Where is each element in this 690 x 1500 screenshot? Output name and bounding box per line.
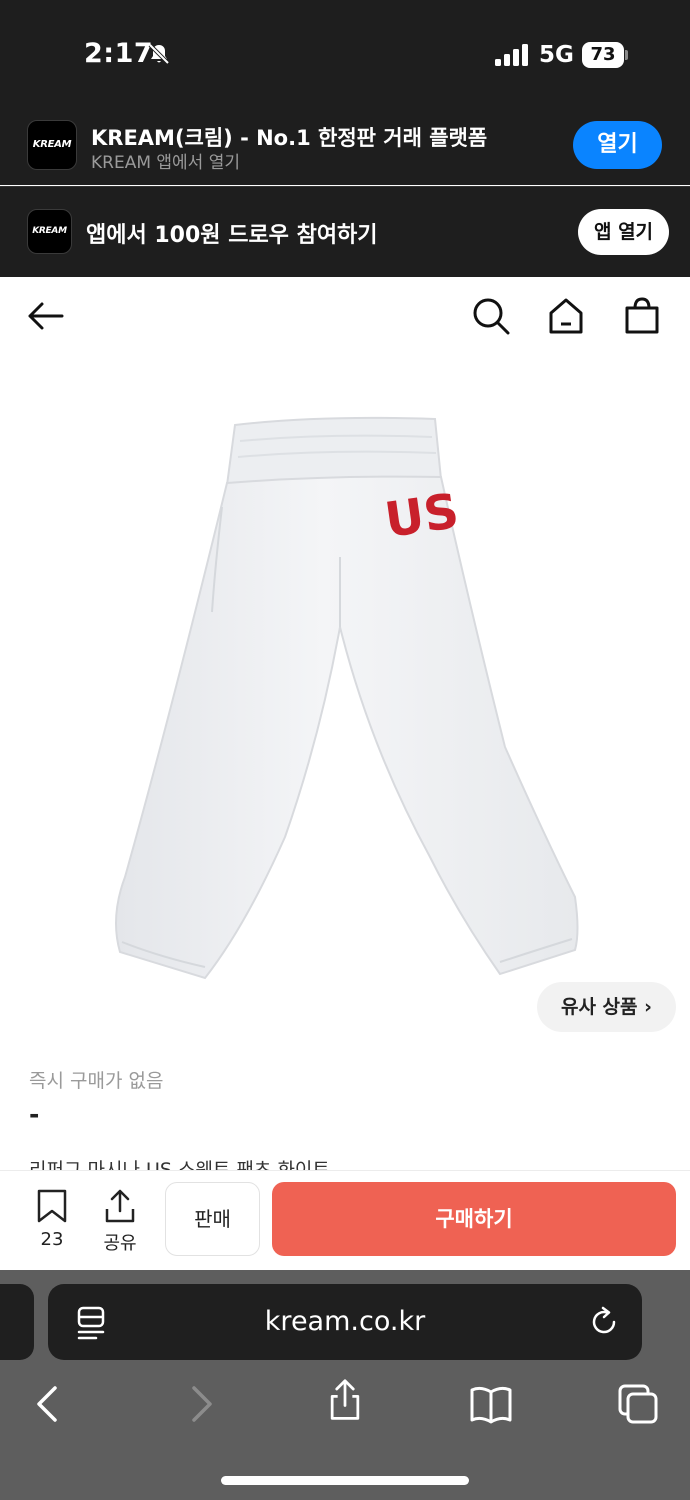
app-open-button[interactable]: 앱 열기 xyxy=(578,209,669,255)
bookmarks-icon[interactable] xyxy=(469,1382,513,1426)
bookmark-icon xyxy=(37,1189,67,1223)
share-icon xyxy=(105,1189,135,1223)
instant-buy-label: 즉시 구매가 없음 xyxy=(29,1070,164,1092)
kream-logo: KREAM xyxy=(27,209,72,254)
buy-button[interactable]: 구매하기 xyxy=(272,1182,676,1256)
battery-icon: 73 xyxy=(582,42,628,68)
reload-icon[interactable] xyxy=(588,1306,620,1338)
price-value: - xyxy=(29,1100,40,1129)
forward-icon[interactable] xyxy=(178,1382,222,1426)
promo-banner[interactable]: KREAM 앱에서 100원 드로우 참여하기 앱 열기 xyxy=(0,186,690,277)
kream-logo: KREAM xyxy=(27,120,77,170)
back-icon[interactable] xyxy=(27,1382,71,1426)
status-time: 2:17 xyxy=(84,38,154,69)
bookmark-count: 23 xyxy=(40,1229,64,1250)
back-arrow-icon[interactable] xyxy=(26,296,66,336)
us-patch-text: US xyxy=(382,483,463,549)
address-bar[interactable]: kream.co.kr xyxy=(48,1284,642,1360)
purchase-action-bar: 23 공유 판매 구매하기 xyxy=(0,1170,690,1270)
sell-button[interactable]: 판매 xyxy=(165,1182,260,1256)
similar-products-button[interactable]: 유사 상품 › xyxy=(537,982,676,1032)
url-text: kream.co.kr xyxy=(264,1306,426,1337)
network-label: 5G xyxy=(539,42,574,68)
previous-tab-edge[interactable] xyxy=(0,1284,34,1360)
open-app-button[interactable]: 열기 xyxy=(573,121,662,169)
chevron-right-icon: › xyxy=(644,996,652,1018)
product-image[interactable]: US xyxy=(0,357,690,1040)
bell-slash-icon xyxy=(148,43,170,65)
share-label: 공유 xyxy=(103,1233,137,1254)
sweatpants-illustration: US xyxy=(115,416,579,980)
home-indicator[interactable] xyxy=(221,1476,469,1485)
browser-toolbar: kream.co.kr xyxy=(0,1270,690,1500)
signal-icon xyxy=(495,44,528,66)
status-bar: 2:17 5G 73 xyxy=(0,0,690,108)
app-smart-banner[interactable]: KREAM KREAM(크림) - No.1 한정판 거래 플랫폼 KREAM … xyxy=(0,108,690,185)
shopping-bag-icon[interactable] xyxy=(622,296,662,336)
battery-level: 73 xyxy=(582,42,624,68)
search-icon[interactable] xyxy=(471,296,511,336)
banner-subtitle: KREAM 앱에서 열기 xyxy=(91,153,241,173)
similar-products-label: 유사 상품 xyxy=(560,996,638,1018)
bookmark-button[interactable]: 23 xyxy=(22,1185,82,1255)
page-menu-icon[interactable] xyxy=(76,1306,106,1340)
share-icon[interactable] xyxy=(323,1378,367,1422)
page-header xyxy=(0,277,690,357)
tabs-icon[interactable] xyxy=(616,1382,660,1426)
home-icon[interactable] xyxy=(546,296,586,336)
promo-text: 앱에서 100원 드로우 참여하기 xyxy=(86,223,378,248)
share-button[interactable]: 공유 xyxy=(92,1185,148,1255)
